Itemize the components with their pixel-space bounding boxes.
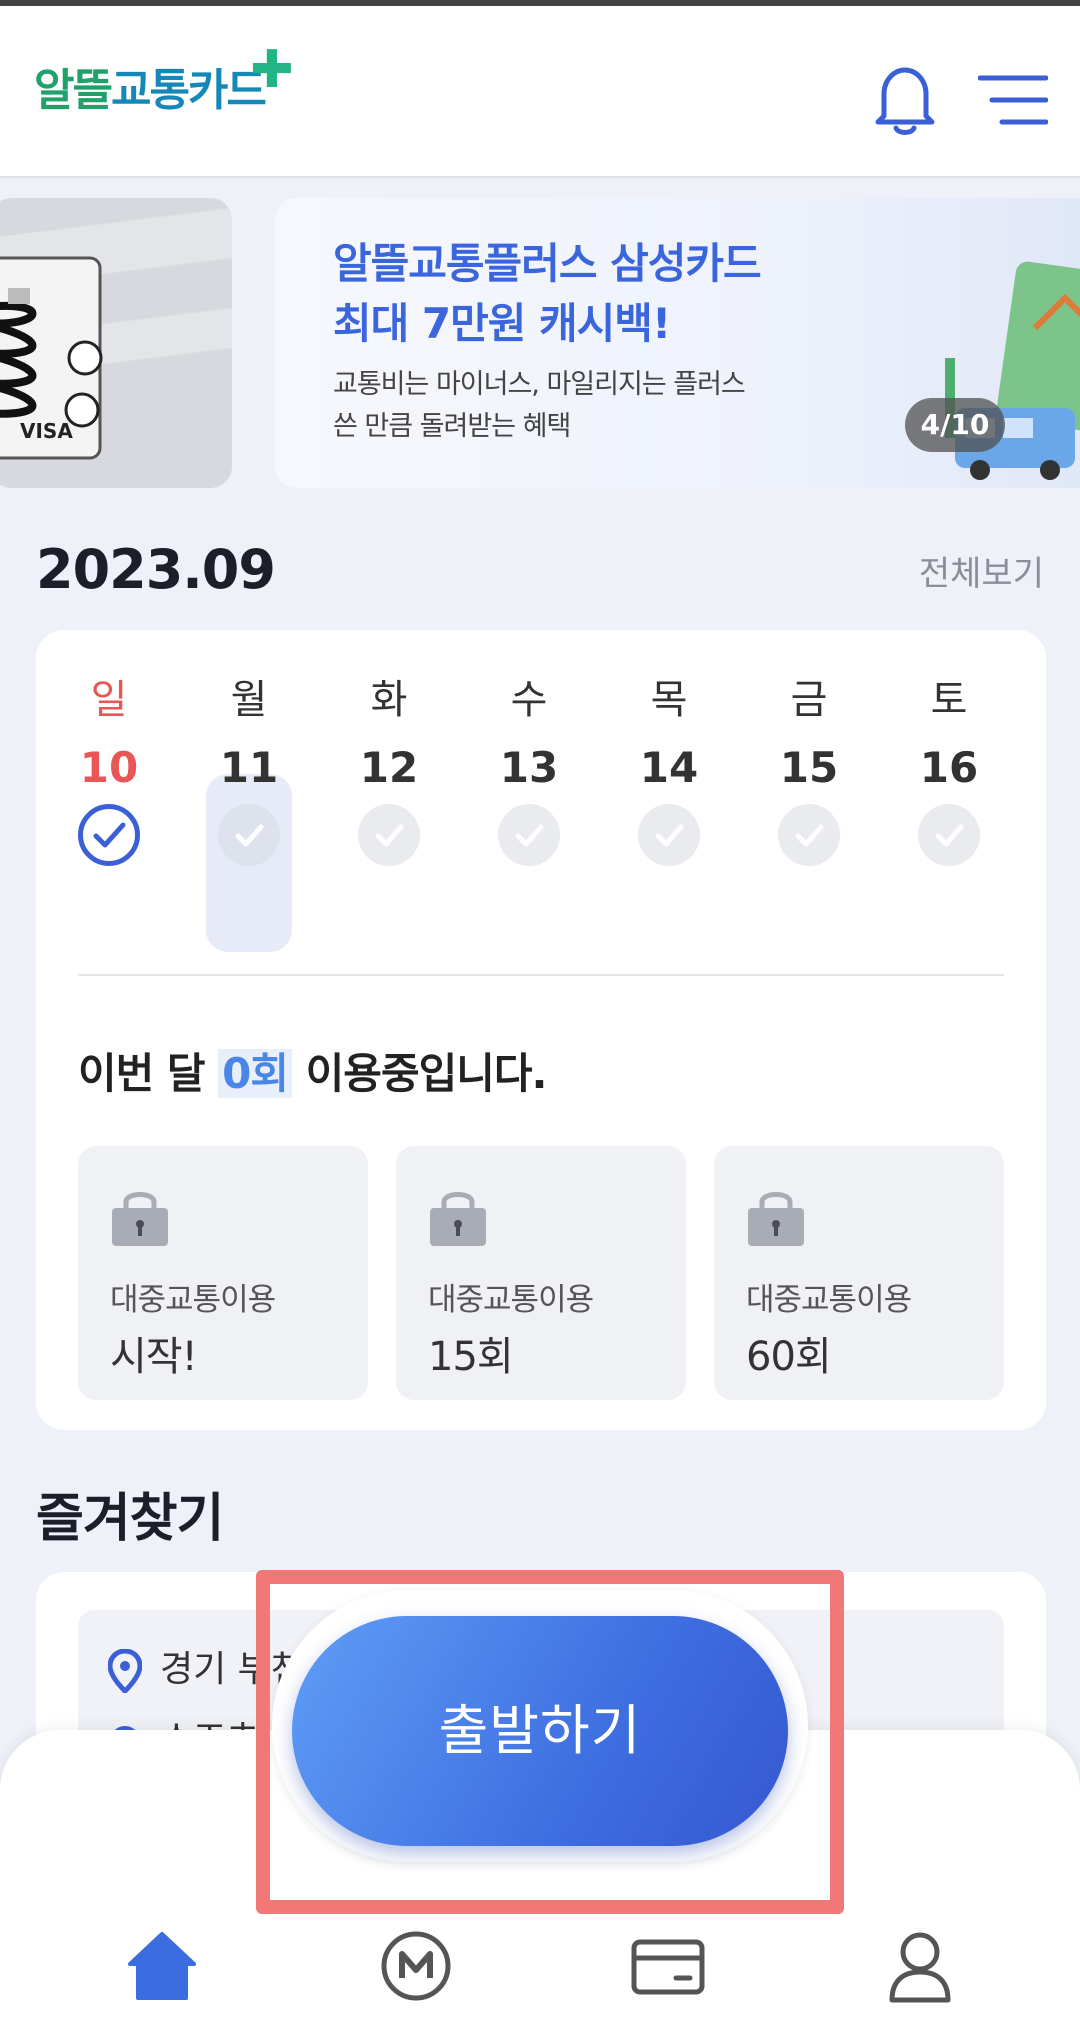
banner-subtitle-line2: 쓴 만큼 돌려받는 혜택 (333, 411, 571, 442)
lock-icon (748, 1192, 804, 1246)
day-name: 화 (370, 677, 408, 723)
location-pin-icon (107, 1648, 143, 1695)
day-saturday[interactable]: 토 16 (906, 670, 992, 870)
day-monday[interactable]: 월 11 (206, 670, 292, 952)
day-number: 16 (919, 743, 979, 792)
milestone-tile-start[interactable]: 대중교통이용 시작! (78, 1146, 368, 1400)
banner-title-line2: 최대 7만원 캐시백! (333, 299, 671, 348)
check-circle-icon (78, 804, 140, 866)
banner-page-counter: 4/10 (905, 398, 1005, 452)
highlight-box (256, 1570, 844, 1914)
usage-count: 0회 (218, 1049, 293, 1098)
hamburger-menu-icon[interactable] (978, 72, 1048, 128)
banner-subtitle-line1: 교통비는 마이너스, 마일리지는 플러스 (333, 369, 746, 400)
milestone-value: 60회 (746, 1334, 832, 1380)
app-header: 알뜰교통카드 ✚ (0, 6, 1080, 178)
day-sunday[interactable]: 일 10 (66, 670, 152, 870)
week-strip: 일 10 월 11 화 12 수 13 목 14 금 15 토 16 (66, 670, 1016, 952)
banner-title: 알뜰교통플러스 삼성카드 최대 7만원 캐시백! (333, 234, 762, 354)
usage-suffix: 이용중입니다. (292, 1049, 548, 1098)
day-number: 13 (499, 743, 559, 792)
lock-icon (112, 1192, 168, 1246)
milestone-tile-15[interactable]: 대중교통이용 15회 (396, 1146, 686, 1400)
day-number: 15 (779, 743, 839, 792)
view-all-link[interactable]: 전체보기 (919, 546, 1044, 595)
day-wednesday[interactable]: 수 13 (486, 670, 572, 870)
attendance-card: 일 10 월 11 화 12 수 13 목 14 금 15 토 16 이번 달 … (36, 630, 1046, 1430)
visa-logo: VISA (20, 419, 73, 443)
logo-text-part1: 알뜰 (34, 65, 113, 116)
check-circle-icon (498, 804, 560, 866)
day-tuesday[interactable]: 화 12 (346, 670, 432, 870)
card-icon[interactable] (630, 1928, 706, 2004)
divider (78, 974, 1004, 976)
day-name: 토 (930, 677, 968, 723)
check-circle-icon (778, 804, 840, 866)
usage-prefix: 이번 달 (78, 1049, 219, 1098)
lock-icon (430, 1192, 486, 1246)
day-number: 12 (359, 743, 419, 792)
day-number: 10 (79, 743, 139, 792)
day-name: 금 (790, 677, 828, 723)
day-number: 11 (219, 743, 279, 792)
check-circle-icon (358, 804, 420, 866)
home-icon[interactable] (124, 1928, 200, 2004)
bell-icon[interactable] (872, 60, 938, 136)
logo-text-part2: 교통카드 (110, 65, 267, 116)
banner-title-line1: 알뜰교통플러스 삼성카드 (333, 239, 762, 288)
day-name: 일 (90, 677, 128, 723)
credit-card-illustration: VISA (0, 198, 232, 488)
day-name: 월 (230, 677, 268, 723)
bus-card-illustration (945, 261, 1080, 480)
banner-subtitle: 교통비는 마이너스, 마일리지는 플러스 쓴 만큼 돌려받는 혜택 (333, 364, 746, 448)
promo-banner[interactable]: 알뜰교통플러스 삼성카드 최대 7만원 캐시백! 교통비는 마이너스, 마일리지… (275, 198, 1080, 488)
milestone-value: 15회 (428, 1334, 514, 1380)
milestone-label: 대중교통이용 (428, 1282, 594, 1318)
day-name: 수 (510, 677, 548, 723)
day-number: 14 (639, 743, 699, 792)
check-circle-icon (218, 804, 280, 866)
milestone-tile-60[interactable]: 대중교통이용 60회 (714, 1146, 1004, 1400)
milestone-label: 대중교통이용 (110, 1282, 276, 1318)
check-circle-icon (918, 804, 980, 866)
logo-plus-icon: ✚ (250, 40, 294, 100)
monthly-usage-text: 이번 달 0회 이용중입니다. (78, 1040, 548, 1101)
favorites-title: 즐겨찾기 (36, 1489, 224, 1549)
check-circle-icon (638, 804, 700, 866)
milestone-label: 대중교통이용 (746, 1282, 912, 1318)
day-friday[interactable]: 금 15 (766, 670, 852, 870)
milestone-value: 시작! (110, 1334, 198, 1380)
milestone-tiles: 대중교통이용 시작! 대중교통이용 15회 대중교통이용 60회 (78, 1146, 1004, 1400)
day-thursday[interactable]: 목 14 (626, 670, 712, 870)
calendar-month: 2023.09 (36, 538, 276, 601)
mileage-icon[interactable] (378, 1928, 454, 2004)
banner-card-previous[interactable]: VISA (0, 198, 232, 488)
app-logo[interactable]: 알뜰교통카드 (34, 54, 267, 118)
profile-icon[interactable] (882, 1928, 958, 2004)
day-name: 목 (650, 677, 688, 723)
